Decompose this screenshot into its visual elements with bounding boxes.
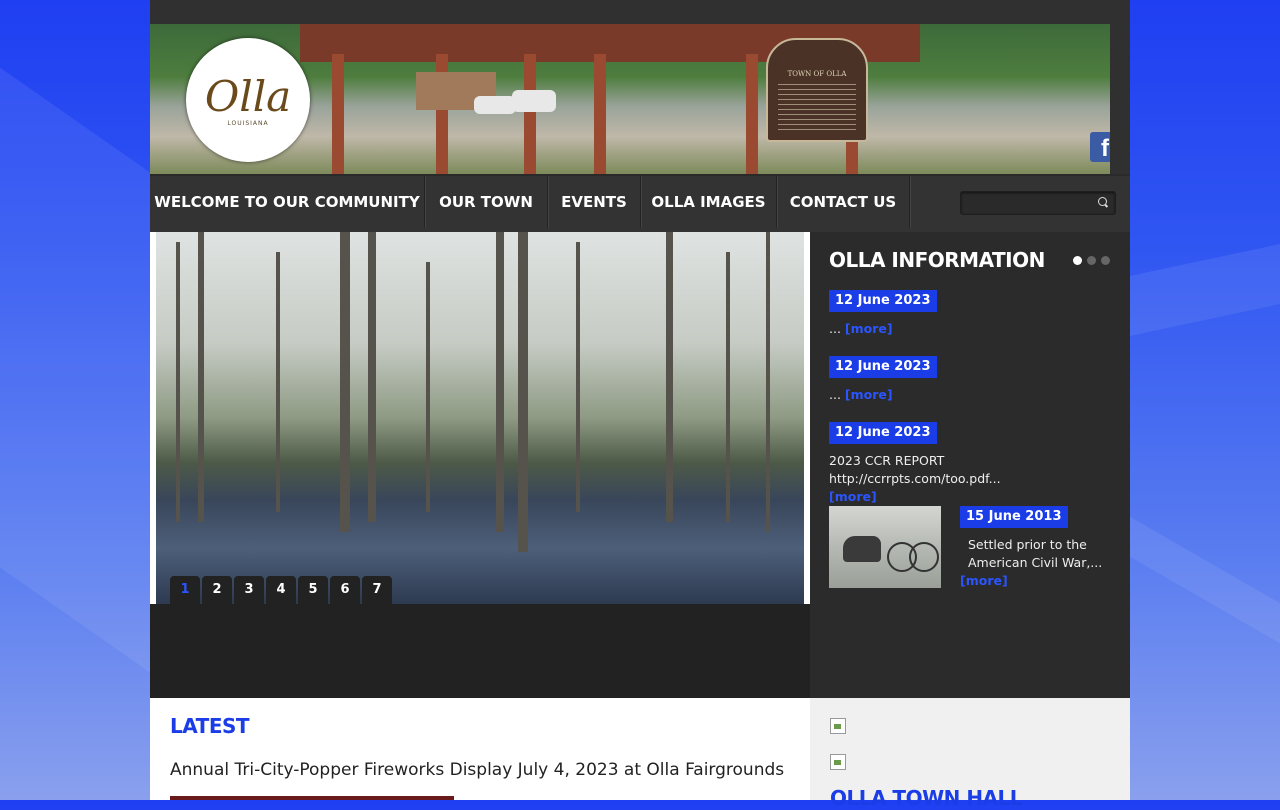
info-item-text: ... [more] (829, 386, 1119, 404)
latest-section: LATEST Annual Tri-City-Popper Fireworks … (150, 698, 810, 800)
more-link[interactable]: [more] (829, 488, 1119, 506)
nav-item-contact-us[interactable]: CONTACT US (777, 176, 910, 228)
page-container: TOWN OF OLLA Olla LOUISIANA f WELCOME TO… (150, 0, 1130, 810)
slider-page-button[interactable]: 1 (170, 576, 200, 604)
tree-trunk (726, 252, 730, 522)
tree-trunk (666, 232, 673, 522)
info-item-text: Settled prior to the American Civil War,… (960, 536, 1110, 572)
slide-border (150, 232, 156, 604)
tree-trunk (198, 232, 204, 522)
logo-subtext: LOUISIANA (227, 120, 269, 127)
banner-car (512, 90, 556, 112)
info-item-text: 2023 CCR REPORT http://ccrrpts.com/too.p… (829, 452, 1119, 506)
tree-trunk (576, 242, 580, 512)
tree-trunk (426, 262, 430, 512)
banner-edge (1110, 24, 1130, 174)
slider-page-button[interactable]: 4 (266, 576, 296, 604)
historical-marker-sign: TOWN OF OLLA (766, 38, 868, 142)
broken-image-icon (830, 718, 846, 734)
nav-item-olla-images[interactable]: OLLA IMAGES (641, 176, 777, 228)
nav-item-our-town[interactable]: OUR TOWN (425, 176, 548, 228)
site-logo[interactable]: Olla LOUISIANA (186, 38, 310, 162)
info-excerpt: 2023 CCR REPORT http://ccrrpts.com/too.p… (829, 453, 1001, 486)
image-slider: 1 2 3 4 5 6 7 (150, 232, 810, 698)
tree-trunk (276, 252, 280, 512)
slider-page-button[interactable]: 3 (234, 576, 264, 604)
banner-post (332, 54, 344, 174)
more-link[interactable]: [more] (845, 321, 893, 336)
banner-car (474, 96, 516, 114)
nav-item-welcome[interactable]: WELCOME TO OUR COMMUNITY (150, 176, 425, 228)
tree-trunk (496, 232, 504, 532)
thumb-wheel (909, 542, 939, 572)
tree-trunk (518, 232, 528, 552)
info-excerpt: ... (829, 321, 841, 336)
background-streak (0, 67, 150, 673)
background-streak (1130, 516, 1280, 644)
slider-page-button[interactable]: 5 (298, 576, 328, 604)
nav-item-events[interactable]: EVENTS (548, 176, 641, 228)
carousel-dot[interactable] (1073, 256, 1082, 265)
more-link[interactable]: [more] (960, 572, 1008, 590)
sidebar-section: OLLA TOWN HALL (810, 698, 1130, 810)
date-badge: 12 June 2023 (829, 356, 937, 378)
section-heading: OLLA TOWN HALL (830, 786, 1023, 810)
article-title-link[interactable]: Annual Tri-City-Popper Fireworks Display… (170, 760, 784, 780)
search-input[interactable] (960, 191, 1116, 215)
background-streak (1130, 244, 1280, 336)
history-thumbnail[interactable] (829, 506, 941, 588)
tree-trunk (340, 232, 350, 532)
banner-post (594, 54, 606, 174)
info-item-text: ... [more] (829, 320, 1119, 338)
tree-trunk (766, 232, 770, 532)
broken-image-icon (830, 754, 846, 770)
slider-page-button[interactable]: 7 (362, 576, 392, 604)
section-heading: LATEST (170, 714, 250, 738)
tree-trunk (368, 232, 376, 522)
slide-caption-area (150, 604, 810, 698)
header-banner: TOWN OF OLLA Olla LOUISIANA f (150, 24, 1110, 174)
slider-page-button[interactable]: 6 (330, 576, 360, 604)
search-icon[interactable] (1098, 197, 1107, 206)
article-image (170, 796, 454, 800)
more-link[interactable]: [more] (845, 387, 893, 402)
olla-information-panel: OLLA INFORMATION 12 June 2023 ... [more]… (810, 232, 1130, 698)
date-badge: 12 June 2023 (829, 422, 937, 444)
logo-text: Olla (204, 72, 292, 121)
info-excerpt: ... (829, 387, 841, 402)
date-badge: 15 June 2013 (960, 506, 1068, 528)
thumb-horse (843, 536, 881, 562)
tree-trunk (176, 242, 180, 522)
info-excerpt: Settled prior to the American Civil War,… (968, 537, 1103, 570)
slide-image-cypress-swamp (156, 232, 804, 604)
banner-post (746, 54, 758, 174)
sign-title: TOWN OF OLLA (787, 70, 847, 78)
main-nav: WELCOME TO OUR COMMUNITY OUR TOWN EVENTS… (150, 174, 1130, 234)
banner-post (524, 54, 536, 174)
date-badge: 12 June 2023 (829, 290, 937, 312)
facebook-icon[interactable]: f (1090, 132, 1110, 162)
carousel-dot[interactable] (1087, 256, 1096, 265)
top-bar (150, 0, 1130, 24)
carousel-dot[interactable] (1101, 256, 1110, 265)
slider-page-button[interactable]: 2 (202, 576, 232, 604)
sign-text-lines (778, 84, 856, 132)
panel-title: OLLA INFORMATION (829, 248, 1045, 272)
